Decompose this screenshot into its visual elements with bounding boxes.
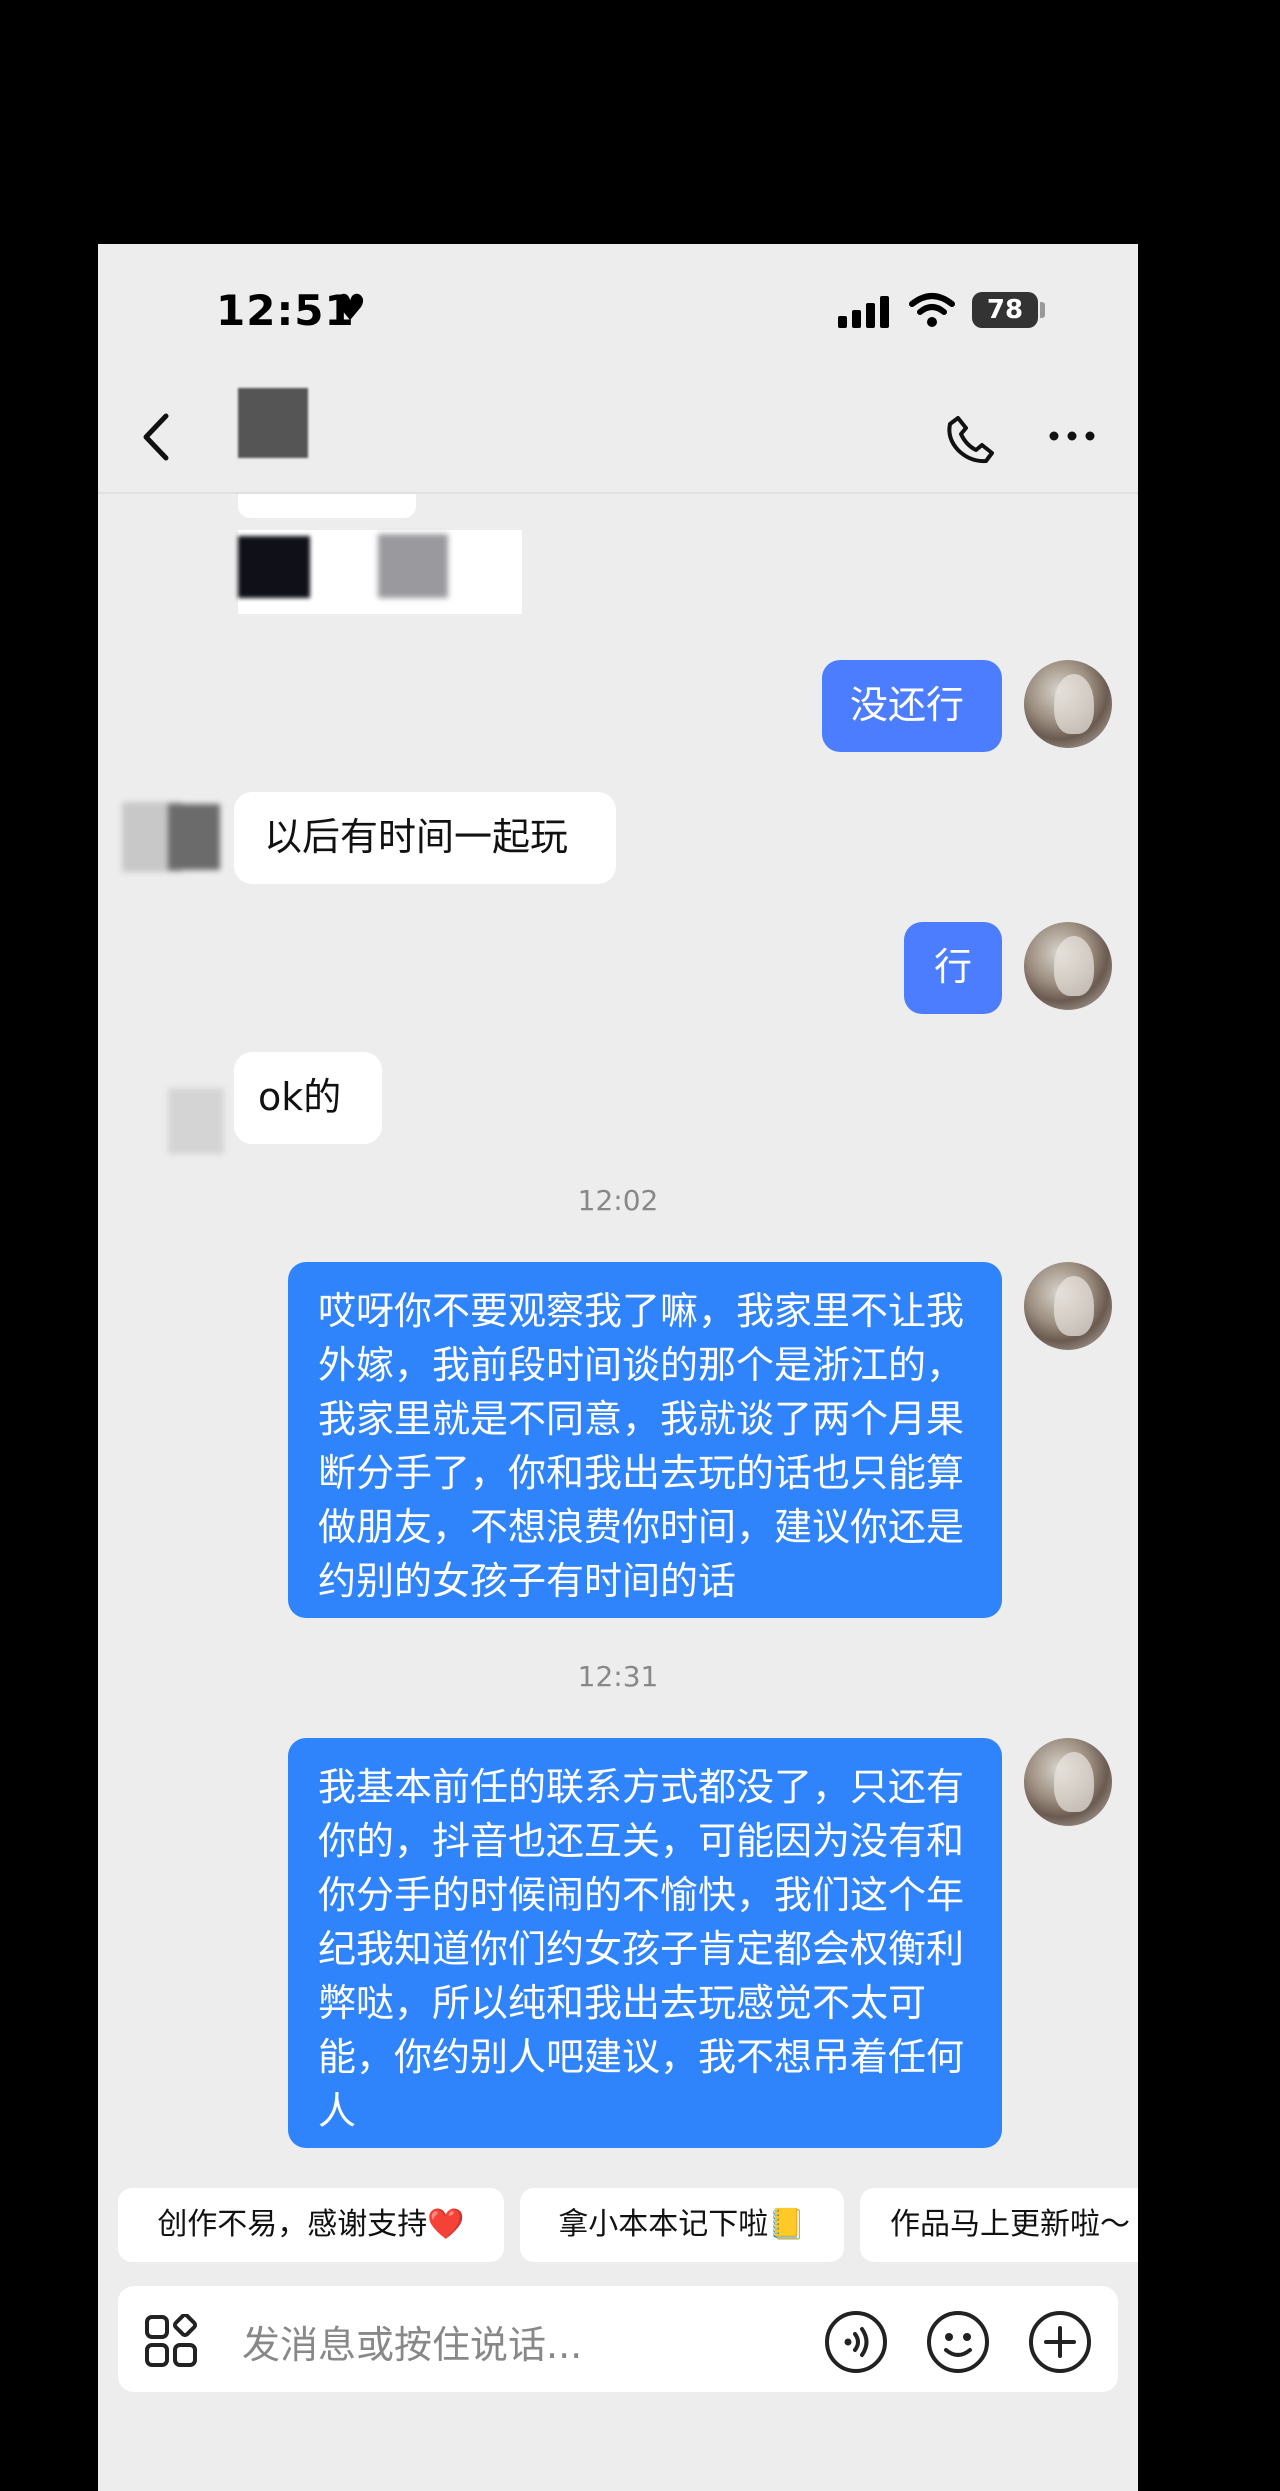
redacted-bubble xyxy=(238,494,416,518)
quick-reply-chip[interactable]: 创作不易，感谢支持❤️ xyxy=(118,2188,504,2262)
message-input[interactable]: 发消息或按住说话... xyxy=(242,2314,582,2369)
message-bubble-sent-long[interactable]: 我基本前任的联系方式都没了，只还有你的，抖音也还互关，可能因为没有和你分手的时候… xyxy=(288,1738,1002,2148)
my-avatar[interactable] xyxy=(1024,1738,1112,1826)
message-bubble-received[interactable]: ok的 xyxy=(234,1052,382,1144)
message-timestamp: 12:02 xyxy=(577,1184,659,1217)
contact-avatar-small-dark xyxy=(168,804,220,870)
message-bubble-sent[interactable]: 行 xyxy=(904,922,1002,1014)
message-timestamp: 12:31 xyxy=(577,1660,659,1693)
message-bubble-sent[interactable]: 没还行 xyxy=(822,660,1002,752)
my-avatar[interactable] xyxy=(1024,922,1112,1010)
my-avatar[interactable] xyxy=(1024,1262,1112,1350)
phone-icon[interactable] xyxy=(944,412,998,466)
battery-indicator: 78 xyxy=(972,292,1038,328)
plus-icon[interactable] xyxy=(1028,2310,1092,2374)
wifi-icon xyxy=(909,293,955,327)
chat-screen: 12:51 ♥ 78 没还行 以后有时间一起玩 行 ok的 12:02 哎呀你不… xyxy=(98,244,1138,2491)
message-bubble-sent-long[interactable]: 哎呀你不要观察我了嘛，我家里不让我外嫁，我前段时间谈的那个是浙江的，我家里就是不… xyxy=(288,1262,1002,1618)
message-input-bar[interactable]: 发消息或按住说话... xyxy=(118,2286,1118,2392)
grid-icon[interactable] xyxy=(144,2314,198,2368)
heart-icon: ♥ xyxy=(334,288,367,329)
my-avatar[interactable] xyxy=(1024,660,1112,748)
redacted-block xyxy=(378,534,448,598)
chevron-left-icon[interactable] xyxy=(136,412,176,462)
contact-avatar-small[interactable] xyxy=(168,1088,224,1154)
signal-icon xyxy=(838,296,889,328)
more-icon[interactable] xyxy=(1048,430,1096,442)
voice-icon[interactable] xyxy=(824,2310,888,2374)
redacted-block xyxy=(238,536,310,598)
contact-avatar[interactable] xyxy=(238,388,308,458)
quick-reply-chip[interactable]: 作品马上更新啦～ xyxy=(860,2188,1138,2262)
battery-tip xyxy=(1040,302,1045,318)
message-bubble-received[interactable]: 以后有时间一起玩 xyxy=(234,792,616,884)
emoji-icon[interactable] xyxy=(926,2310,990,2374)
quick-reply-chip[interactable]: 拿小本本记下啦📒 xyxy=(520,2188,844,2262)
